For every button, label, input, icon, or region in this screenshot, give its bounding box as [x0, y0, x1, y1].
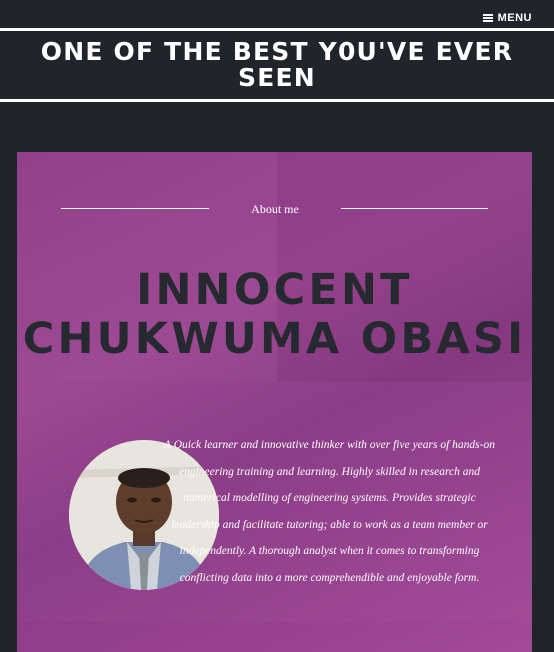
site-title: ONE OF THE BEST Y0U'VE EVER SEEN: [40, 37, 514, 92]
top-bar: MENU: [0, 0, 554, 28]
site-header: ONE OF THE BEST Y0U'VE EVER SEEN: [0, 28, 554, 102]
about-section: About me INNOCENT CHUKWUMA OBASI A Quick…: [17, 152, 532, 652]
menu-label: MENU: [497, 12, 532, 24]
bio-text: A Quick learner and innovative thinker w…: [164, 439, 495, 584]
menu-button[interactable]: MENU: [482, 12, 532, 24]
hamburger-icon: [482, 14, 493, 22]
about-heading: About me: [61, 202, 489, 216]
about-label: About me: [251, 202, 299, 216]
person-name: INNOCENT CHUKWUMA OBASI: [22, 265, 527, 364]
divider-right: [341, 208, 488, 209]
divider-left: [61, 208, 209, 209]
